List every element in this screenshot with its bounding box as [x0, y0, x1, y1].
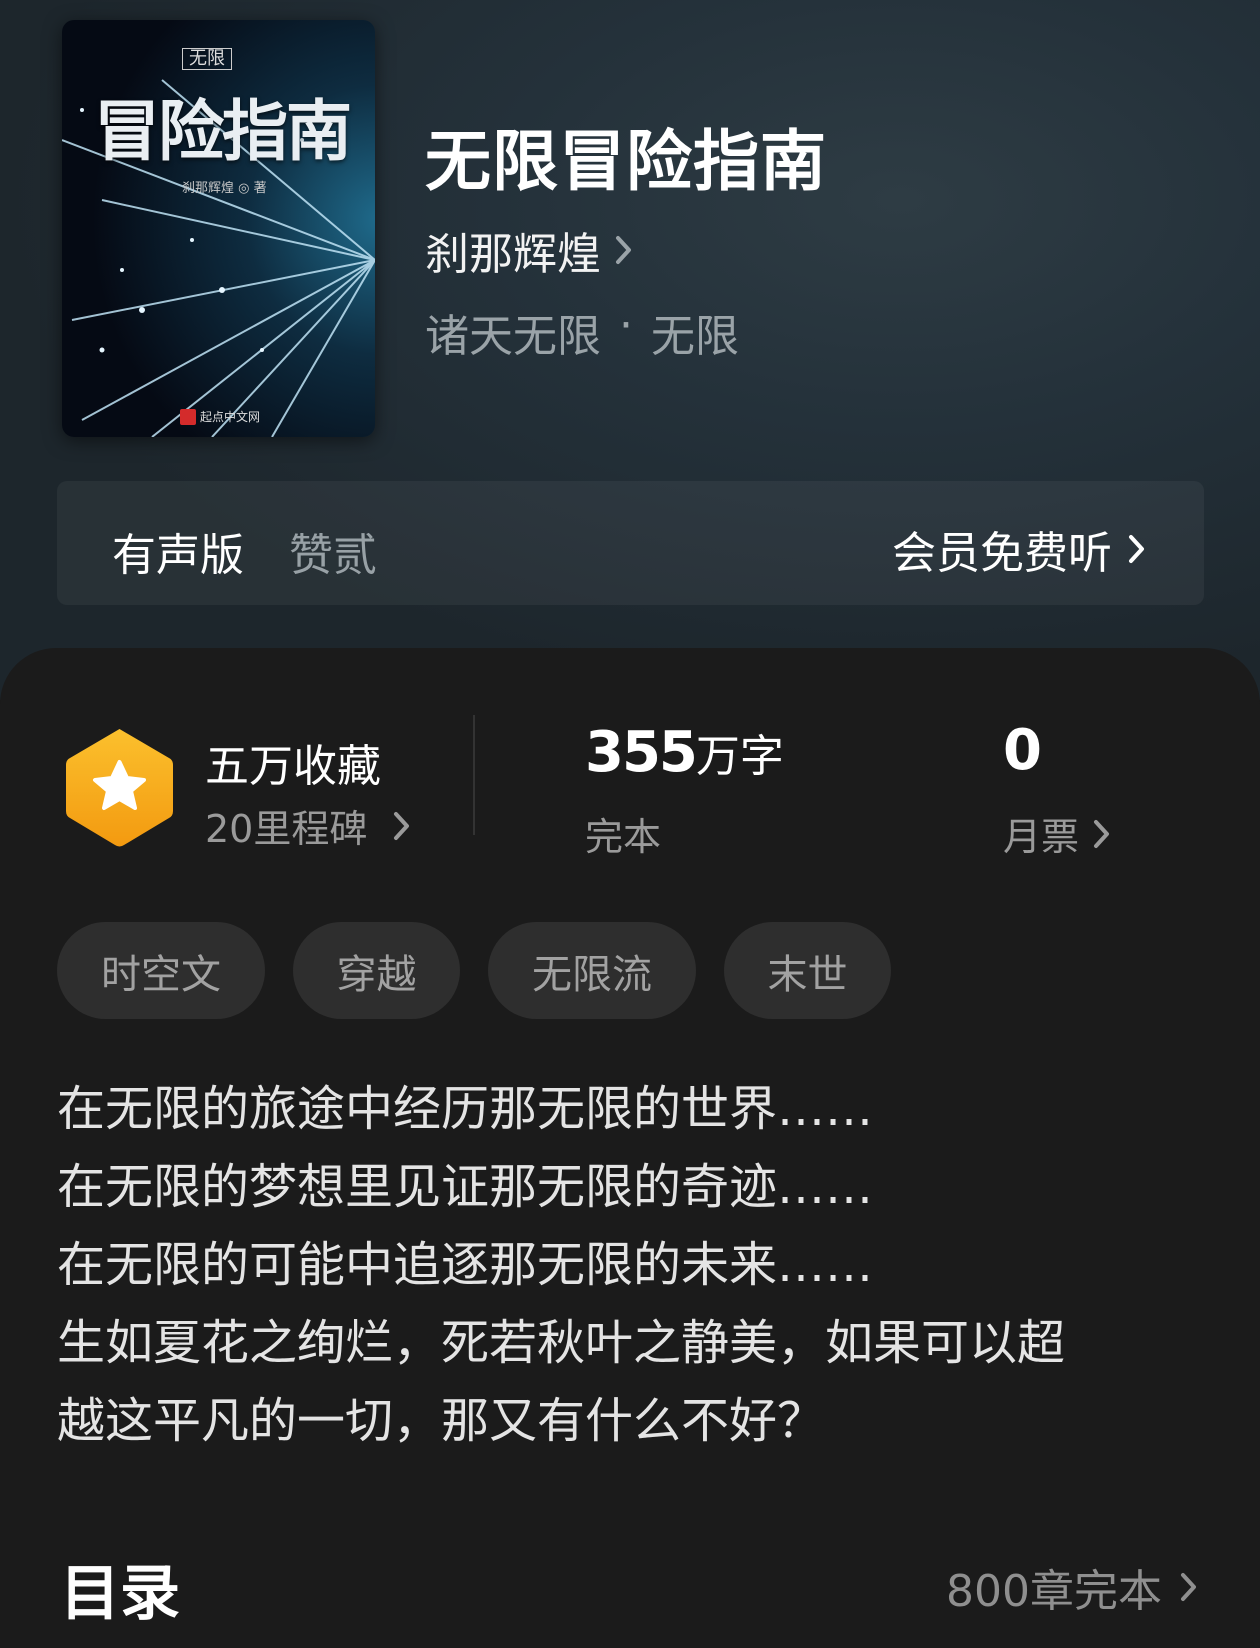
- chevron-right-icon: [1129, 535, 1144, 563]
- intro-line: 生如夏花之绚烂，死若秋叶之静美，如果可以超: [57, 1315, 1066, 1371]
- toc-link[interactable]: 800章完本: [946, 1555, 1198, 1619]
- publisher-name: 起点中文网: [200, 410, 261, 424]
- monthly-votes-label: 月票: [1003, 815, 1080, 859]
- word-count: 355 万字: [585, 720, 784, 785]
- audio-edition-label: 有声版: [112, 530, 244, 581]
- cover-tag: 无限: [182, 48, 232, 70]
- author-name: 刹那辉煌: [425, 229, 601, 280]
- stats-divider: [473, 715, 475, 835]
- word-count-value: 355: [585, 720, 698, 785]
- milestones-label: 20里程碑: [205, 807, 368, 851]
- completion-status: 完本: [585, 815, 662, 859]
- cover-publisher: 起点中文网: [180, 408, 260, 425]
- tag-chip[interactable]: 无限流: [488, 922, 696, 1019]
- chevron-right-icon: [616, 236, 631, 264]
- cover-author: 刹那辉煌 ◎ 著: [182, 181, 267, 196]
- tag-chip[interactable]: 时空文: [57, 922, 265, 1019]
- chevron-right-icon: [394, 811, 410, 840]
- genre-row: 诸天无限 · 无限: [425, 300, 739, 364]
- intro-line: 在无限的可能中追逐那无限的未来……: [57, 1237, 874, 1293]
- tag-chip[interactable]: 末世: [724, 922, 891, 1019]
- subgenre-label[interactable]: 无限: [651, 300, 739, 364]
- monthly-votes-value: 0: [1003, 718, 1042, 783]
- book-cover[interactable]: 无限 冒险指南 刹那辉煌 ◎ 著 起点中文网: [62, 20, 375, 437]
- monthly-votes-link[interactable]: 月票: [1003, 806, 1111, 861]
- audio-edition-bar[interactable]: 有声版 赞贰 会员免费听: [57, 481, 1204, 605]
- book-header: 无限 冒险指南 刹那辉煌 ◎ 著 起点中文网 无限冒险指南 刹那辉煌 诸天无限 …: [0, 0, 1260, 700]
- listen-free-button[interactable]: 会员免费听: [892, 517, 1146, 581]
- toc-title: 目录: [60, 1559, 180, 1629]
- cover-title: 冒险指南: [94, 92, 352, 170]
- chevron-right-icon: [1181, 1573, 1196, 1601]
- toc-chapter-count: 800章完本: [946, 1566, 1162, 1617]
- book-title: 无限冒险指南: [425, 122, 827, 200]
- word-count-unit: 万字: [695, 731, 784, 782]
- favorites-title[interactable]: 五万收藏: [205, 730, 381, 794]
- chevron-right-icon: [1094, 819, 1110, 848]
- milestones-link[interactable]: 20里程碑: [205, 798, 411, 853]
- book-introduction[interactable]: 在无限的旅途中经历那无限的世界…… 在无限的梦想里见证那无限的奇迹…… 在无限的…: [57, 1070, 1207, 1460]
- audio-narrator: 赞贰: [289, 530, 377, 581]
- listen-free-label: 会员免费听: [892, 528, 1112, 579]
- author-link[interactable]: 刹那辉煌: [425, 218, 633, 282]
- intro-line: 在无限的旅途中经历那无限的世界……: [57, 1081, 874, 1137]
- intro-line: 在无限的梦想里见证那无限的奇迹……: [57, 1159, 874, 1215]
- publisher-logo-icon: [180, 408, 196, 425]
- genre-label[interactable]: 诸天无限: [425, 300, 601, 364]
- tag-chip[interactable]: 穿越: [293, 922, 460, 1019]
- star-badge-icon: [66, 729, 173, 847]
- genre-separator: ·: [619, 300, 633, 351]
- intro-line: 越这平凡的一切，那又有什么不好？: [57, 1393, 826, 1449]
- tag-list: 时空文 穿越 无限流 末世: [57, 922, 891, 1019]
